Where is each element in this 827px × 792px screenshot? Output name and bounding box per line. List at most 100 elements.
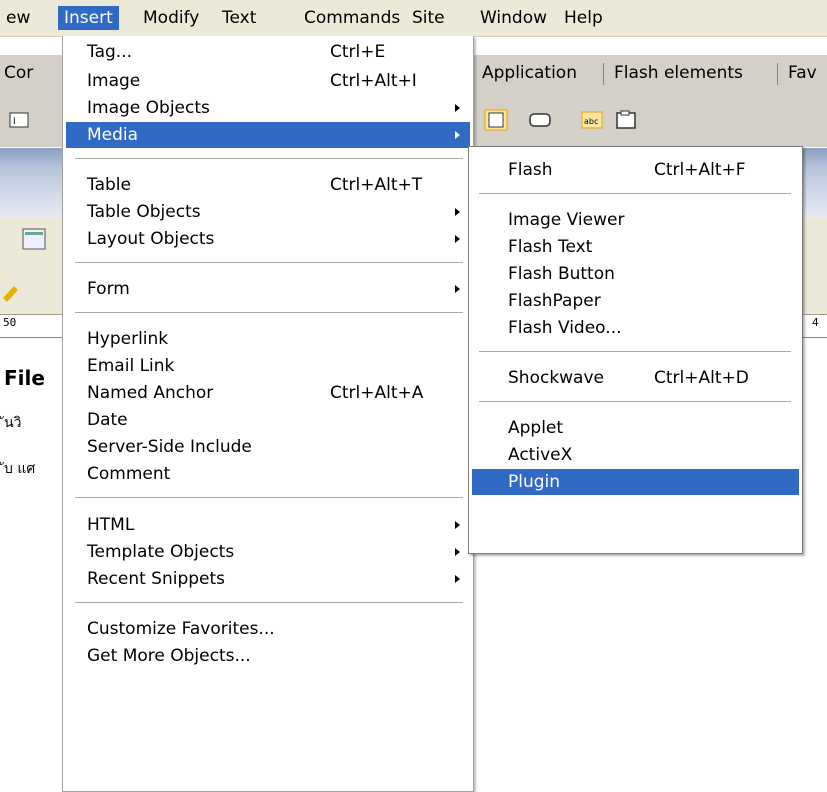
menu-item-html[interactable]: HTML [66, 512, 470, 538]
submenu-arrow-icon [455, 131, 460, 139]
menu-window[interactable]: Window [474, 6, 553, 30]
submenu-arrow-icon [455, 548, 460, 556]
textarea-icon[interactable] [484, 109, 508, 131]
menu-item-table-objects[interactable]: Table Objects [66, 199, 470, 225]
menu-separator [75, 158, 463, 160]
menu-item-label: Form [87, 279, 130, 299]
insert-menu: Tag... Ctrl+E Image Ctrl+Alt+I Image Obj… [62, 36, 474, 792]
document-text-line: ับ แศ [4, 461, 36, 477]
menu-item-label: Template Objects [87, 542, 235, 562]
submenu-arrow-icon [455, 285, 460, 293]
svg-text:abc: abc [584, 117, 598, 126]
menu-item-flash[interactable]: Flash Ctrl+Alt+F [472, 157, 799, 183]
tab-favorites[interactable]: Fav [788, 63, 817, 83]
menu-item-date[interactable]: Date [66, 407, 470, 433]
menu-item-hyperlink[interactable]: Hyperlink [66, 326, 470, 352]
menu-item-label: Table [87, 175, 131, 195]
menu-item-shortcut: Ctrl+Alt+I [330, 71, 417, 91]
tab-flash-elements[interactable]: Flash elements [614, 63, 743, 83]
svg-text:I: I [13, 117, 16, 127]
menu-item-table[interactable]: Table Ctrl+Alt+T [66, 172, 470, 198]
menu-item-label: Named Anchor [87, 383, 214, 403]
menu-item-label: Date [87, 410, 128, 430]
menu-item-label: Flash Button [508, 264, 615, 284]
media-submenu: Flash Ctrl+Alt+F Image Viewer Flash Text… [468, 146, 803, 554]
menu-item-label: Flash Video... [508, 318, 622, 338]
menu-item-flash-button[interactable]: Flash Button [472, 261, 799, 287]
menu-item-label: Image Objects [87, 98, 210, 118]
menu-item-server-side-include[interactable]: Server-Side Include [66, 434, 470, 460]
menu-item-label: Get More Objects... [87, 646, 251, 666]
menu-item-image-viewer[interactable]: Image Viewer [472, 207, 799, 233]
menu-item-label: Plugin [508, 472, 561, 492]
menu-item-email-link[interactable]: Email Link [66, 353, 470, 379]
document-heading: File [4, 366, 45, 390]
tab-common[interactable]: Cor [4, 63, 33, 83]
menu-help[interactable]: Help [558, 6, 609, 30]
menu-item-named-anchor[interactable]: Named Anchor Ctrl+Alt+A [66, 380, 470, 406]
menu-modify[interactable]: Modify [137, 6, 205, 30]
tab-application[interactable]: Application [482, 63, 577, 83]
ruler-label-left: 50 [3, 316, 17, 329]
menu-item-customize-favorites[interactable]: Customize Favorites... [66, 616, 470, 642]
menu-bar: ew Insert Modify Text Commands Site Wind… [0, 0, 827, 37]
submenu-arrow-icon [455, 104, 460, 112]
submenu-arrow-icon [455, 521, 460, 529]
menu-item-label: Recent Snippets [87, 569, 226, 589]
menu-item-template-objects[interactable]: Template Objects [66, 539, 470, 565]
menu-item-image[interactable]: Image Ctrl+Alt+I [66, 68, 470, 94]
submenu-arrow-icon [455, 575, 460, 583]
menu-item-shortcut: Ctrl+E [330, 42, 386, 62]
ruler-label-right: 4 [812, 316, 819, 329]
menu-item-shortcut: Ctrl+Alt+A [330, 383, 424, 403]
menu-item-shockwave[interactable]: Shockwave Ctrl+Alt+D [472, 365, 799, 391]
menu-item-label: Shockwave [508, 368, 604, 388]
text-field-icon[interactable]: abc [580, 109, 604, 131]
submenu-arrow-icon [455, 208, 460, 216]
menu-separator [75, 262, 463, 264]
document-text-line: ันวิ [4, 415, 22, 431]
menu-item-image-objects[interactable]: Image Objects [66, 95, 470, 121]
menu-item-label: Email Link [87, 356, 175, 376]
menu-view[interactable]: ew [0, 6, 36, 30]
menu-item-plugin[interactable]: Plugin [472, 469, 799, 495]
fieldset-icon[interactable] [614, 109, 638, 131]
menu-commands[interactable]: Commands [298, 6, 406, 30]
button-icon[interactable] [528, 109, 552, 131]
menu-item-form[interactable]: Form [66, 276, 470, 302]
menu-item-flash-text[interactable]: Flash Text [472, 234, 799, 260]
menu-item-media[interactable]: Media [66, 122, 470, 148]
menu-item-label: FlashPaper [508, 291, 601, 311]
menu-item-activex[interactable]: ActiveX [472, 442, 799, 468]
menu-item-label: Tag... [87, 42, 132, 62]
menu-item-get-more-objects[interactable]: Get More Objects... [66, 643, 470, 669]
form-icon[interactable]: I [8, 109, 32, 131]
menu-separator [479, 401, 791, 403]
menu-item-label: Comment [87, 464, 171, 484]
menu-item-label: ActiveX [508, 445, 573, 465]
menu-site[interactable]: Site [406, 6, 451, 30]
menu-item-label: Applet [508, 418, 564, 438]
menu-separator [75, 497, 463, 499]
menu-item-shortcut: Ctrl+Alt+F [654, 160, 746, 180]
menu-item-comment[interactable]: Comment [66, 461, 470, 487]
edit-icon[interactable] [0, 280, 24, 302]
design-view-icon[interactable] [22, 228, 46, 250]
menu-item-label: Flash [508, 160, 553, 180]
menu-item-flash-video[interactable]: Flash Video... [472, 315, 799, 341]
menu-item-label: Server-Side Include [87, 437, 252, 457]
menu-item-tag[interactable]: Tag... Ctrl+E [66, 39, 470, 65]
menu-item-flashpaper[interactable]: FlashPaper [472, 288, 799, 314]
menu-item-recent-snippets[interactable]: Recent Snippets [66, 566, 470, 592]
menu-text[interactable]: Text [216, 6, 262, 30]
menu-item-layout-objects[interactable]: Layout Objects [66, 226, 470, 252]
menu-separator [479, 351, 791, 353]
menu-item-label: Customize Favorites... [87, 619, 275, 639]
menu-item-applet[interactable]: Applet [472, 415, 799, 441]
menu-separator [75, 312, 463, 314]
tab-separator [777, 63, 778, 85]
menu-item-shortcut: Ctrl+Alt+T [330, 175, 423, 195]
menu-item-label: Table Objects [87, 202, 201, 222]
menu-insert[interactable]: Insert [58, 6, 119, 30]
menu-item-label: Image [87, 71, 141, 91]
